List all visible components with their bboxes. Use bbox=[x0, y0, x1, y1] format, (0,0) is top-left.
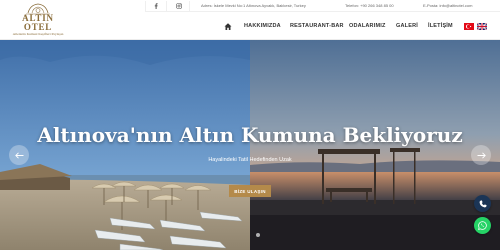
whatsapp-button[interactable] bbox=[474, 217, 491, 234]
logo-name: ALTIN OTEL bbox=[22, 13, 54, 32]
instagram-link[interactable] bbox=[168, 1, 190, 11]
home-icon[interactable] bbox=[224, 22, 232, 31]
top-info-bar: Adres: İskele Mevki No:1 Altınova Ayvalı… bbox=[145, 0, 500, 12]
contact-us-button[interactable]: BİZE ULAŞIN bbox=[229, 185, 271, 197]
phone-link[interactable]: Telefon: +90 266 348 85 00 bbox=[345, 3, 394, 9]
turkish-flag[interactable] bbox=[464, 23, 474, 30]
arrow-right-icon bbox=[477, 151, 486, 159]
arrow-left-icon bbox=[14, 151, 23, 159]
nav-item-odalarimiz[interactable]: ODALARIMIZ bbox=[349, 23, 386, 29]
phone-icon bbox=[479, 199, 487, 207]
facebook-icon bbox=[154, 3, 158, 9]
call-button[interactable] bbox=[474, 195, 491, 212]
slider-prev-button[interactable] bbox=[9, 145, 29, 165]
slider-next-button[interactable] bbox=[471, 145, 491, 165]
nav-item-galeri[interactable]: GALERİ bbox=[396, 23, 418, 29]
slider-dot[interactable] bbox=[256, 233, 260, 237]
hero-slider: Altınova'nın Altın Kumuna Bekliyoruz Hay… bbox=[0, 40, 500, 250]
english-flag[interactable] bbox=[477, 23, 487, 30]
email-link[interactable]: E-Posta: info@altinotel.com bbox=[423, 3, 472, 9]
whatsapp-icon bbox=[478, 221, 487, 230]
facebook-link[interactable] bbox=[145, 1, 167, 11]
nav-item-restaurant-bar[interactable]: RESTAURANT-BAR bbox=[290, 23, 344, 29]
hero-subtitle: Hayalindeki Tatil Hedefinden Uzak bbox=[208, 157, 292, 163]
nav-item-iletisim[interactable]: İLETİŞİM bbox=[428, 23, 453, 29]
instagram-icon bbox=[175, 3, 182, 9]
site-header: ALTIN OTEL Ailenizin Kumsal Keşifleri Pa… bbox=[0, 0, 500, 40]
nav-item-hakkimizda[interactable]: HAKKIMIZDA bbox=[244, 23, 281, 29]
hero-title: Altınova'nın Altın Kumuna Bekliyoruz bbox=[37, 123, 463, 147]
logo-tagline: Ailenizin Kumsal Keşifleri Paylaşın bbox=[12, 32, 64, 36]
logo[interactable]: ALTIN OTEL Ailenizin Kumsal Keşifleri Pa… bbox=[8, 2, 68, 40]
address-text: Adres: İskele Mevki No:1 Altınova Ayvalı… bbox=[201, 3, 306, 8]
